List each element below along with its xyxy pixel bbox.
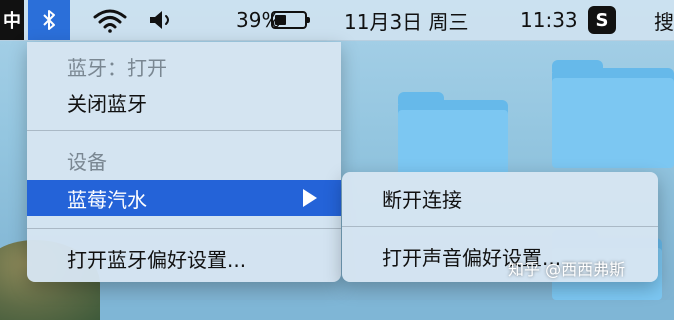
battery-icon	[271, 11, 310, 29]
menu-separator	[27, 130, 341, 131]
bluetooth-icon	[43, 10, 55, 30]
disconnect-item[interactable]: 断开连接	[342, 180, 658, 216]
bluetooth-menu-extra[interactable]	[28, 0, 70, 40]
watermark-text: 知乎 @西西弗斯	[508, 260, 626, 279]
menu-separator	[27, 228, 341, 229]
sogou-icon: S	[588, 6, 616, 34]
wifi-icon	[93, 9, 127, 33]
bluetooth-status-label: 蓝牙：打开	[67, 55, 167, 80]
clock-date[interactable]: 11月3日 周三	[344, 0, 469, 40]
desktop-folder[interactable]	[552, 60, 674, 168]
devices-header: 设备	[67, 149, 107, 174]
device-item-lanmei-qishui[interactable]: 蓝莓汽水	[27, 180, 341, 216]
menu-bar: 中 39% 11月3日 周三 11:33 S 搜	[0, 0, 674, 41]
volume-icon	[150, 11, 169, 29]
open-bluetooth-preferences-item[interactable]: 打开蓝牙偏好设置...	[27, 240, 341, 276]
volume-menu-extra[interactable]	[144, 0, 180, 40]
device-name-label: 蓝莓汽水	[67, 187, 147, 212]
wifi-menu-extra[interactable]	[90, 0, 130, 40]
turn-off-bluetooth-item[interactable]: 关闭蓝牙	[27, 84, 341, 120]
sogou-input-menu-extra[interactable]: S	[586, 0, 618, 40]
submenu-arrow-icon	[303, 189, 317, 207]
clock-time[interactable]: 11:33	[520, 0, 578, 40]
search-menu-partial[interactable]: 搜	[654, 0, 674, 40]
menu-separator	[342, 226, 658, 227]
battery-menu-extra[interactable]	[266, 0, 312, 40]
bluetooth-dropdown-menu: 蓝牙：打开 关闭蓝牙 设备 蓝莓汽水 打开蓝牙偏好设置...	[27, 42, 341, 282]
input-method-indicator[interactable]: 中	[0, 0, 24, 40]
desktop-folder[interactable]	[398, 92, 508, 178]
